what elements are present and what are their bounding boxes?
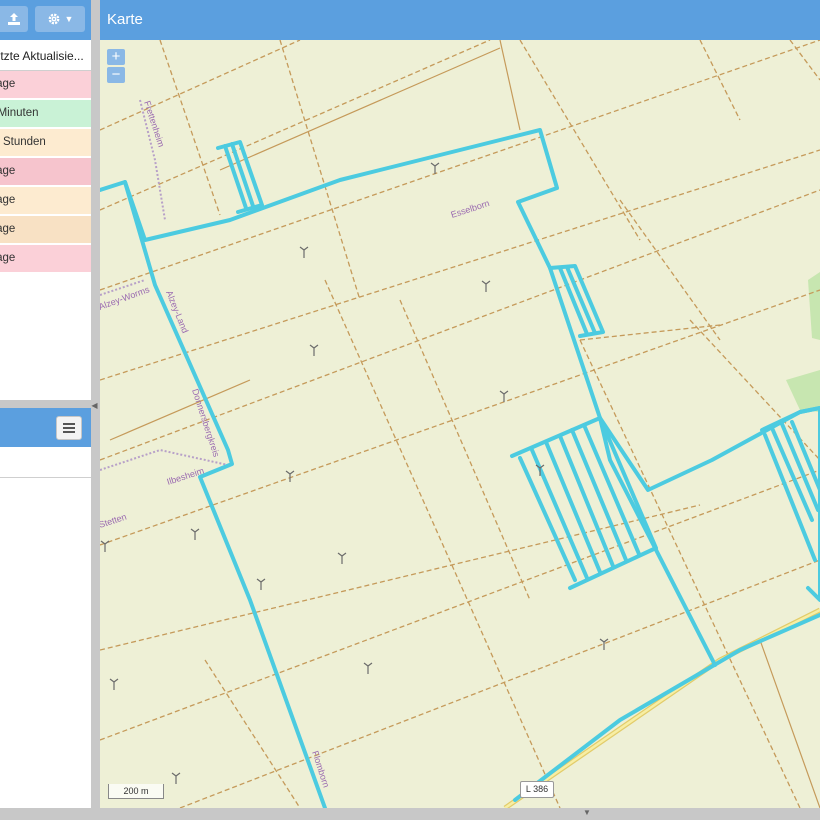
gps-tracks (100, 128, 820, 808)
last-update-cell: 3 Tage (0, 194, 16, 206)
upload-button[interactable] (0, 6, 28, 32)
wind-turbine-icon (309, 344, 319, 356)
main-road (503, 607, 820, 808)
map-panel-title: Karte (107, 11, 143, 28)
map-label-ilbesheim: Ilbesheim (166, 465, 206, 486)
last-update-cell: 22 Stunden (0, 136, 46, 148)
records-toolbar: ▼ (0, 0, 91, 40)
chevron-down-icon: ▼ (64, 14, 74, 24)
detail-panel-toolbar (0, 447, 91, 478)
wind-turbine-icon (481, 280, 491, 292)
map-label-alzey-worms: Alzey-Worms (100, 284, 151, 312)
table-row[interactable]: 7 Tage (0, 71, 91, 98)
zoom-out-button[interactable]: − (107, 67, 125, 83)
wind-turbine-icon (363, 662, 373, 674)
expand-bottom-icon[interactable]: ▼ (580, 808, 594, 818)
settings-menu-button[interactable]: ▼ (35, 6, 85, 32)
table-row[interactable]: 22 Stunden (0, 129, 91, 156)
map-label-esselborn: Esselborn (450, 198, 491, 220)
wind-turbine-icon (299, 246, 309, 258)
wind-turbine-icon (171, 772, 181, 784)
detail-panel-header (0, 408, 91, 447)
meadow-area (808, 272, 820, 340)
map-label-flomborn: Flomborn (310, 750, 331, 789)
column-header-label: Letzte Aktualisie... (0, 49, 84, 63)
bottom-splitter[interactable] (0, 808, 820, 820)
last-update-cell: 9 Tage (0, 165, 16, 177)
table-row[interactable]: 6 Tage (0, 245, 91, 272)
list-view-button[interactable] (56, 416, 82, 440)
last-update-cell: 6 Tage (0, 252, 16, 264)
table-row[interactable]: 3 Tage (0, 187, 91, 214)
wind-turbine-icon (430, 162, 440, 174)
records-panel: ▼ Letzte Aktualisie... 7 Tage 5 Minuten … (0, 0, 91, 400)
map-panel-header: Karte (100, 0, 820, 40)
road-shield: L 386 (520, 781, 554, 798)
map-scale-bar: 200 m (108, 784, 164, 799)
map-view[interactable]: Esselborn Alzey-Worms Alzey-Land Fretten… (100, 40, 820, 808)
collapse-left-icon[interactable]: ◀ (91, 396, 98, 414)
list-view-icon (63, 423, 75, 433)
detail-panel (0, 408, 91, 808)
last-update-cell: 7 Tage (0, 78, 16, 90)
meadow-area (786, 370, 820, 412)
last-update-cell: 5 Minuten (0, 107, 39, 119)
wind-turbine-icon (499, 390, 509, 402)
table-row[interactable]: 9 Tage (0, 158, 91, 185)
column-header-last-update[interactable]: Letzte Aktualisie... (0, 40, 91, 71)
map-canvas[interactable]: Esselborn Alzey-Worms Alzey-Land Fretten… (100, 40, 820, 808)
zoom-in-button[interactable]: + (107, 49, 125, 65)
table-row[interactable]: 5 Minuten (0, 100, 91, 127)
upload-icon (8, 13, 20, 25)
wind-turbine-icon (256, 578, 266, 590)
gear-icon (48, 13, 59, 25)
wind-turbine-icon (337, 552, 347, 564)
last-update-cell: 4 Tage (0, 223, 16, 235)
wind-turbine-icon (109, 678, 119, 690)
wind-turbine-icon (190, 528, 200, 540)
map-label-stetten: Stetten (100, 512, 128, 530)
table-row[interactable]: 4 Tage (0, 216, 91, 243)
